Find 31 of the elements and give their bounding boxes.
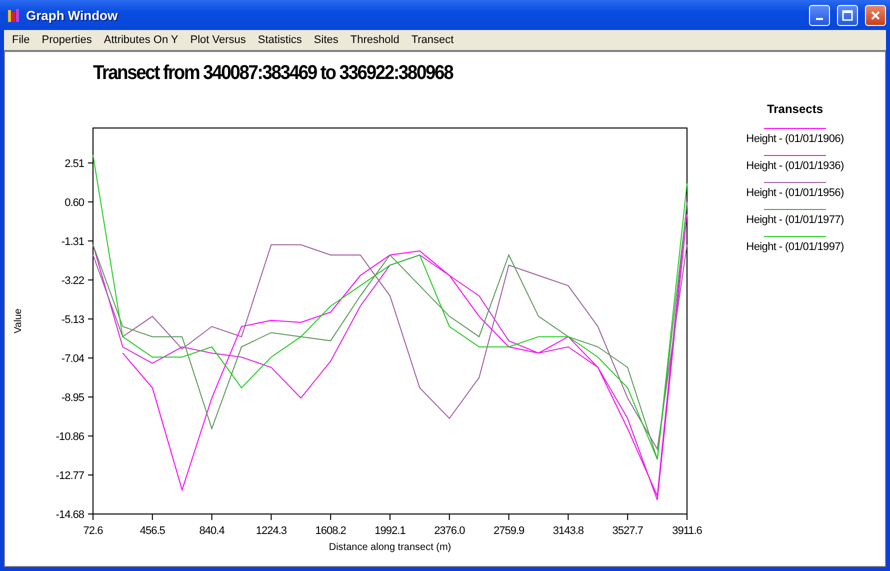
legend-title: Transects [766, 102, 824, 116]
legend-label: Height - (01/01/1936) [746, 160, 844, 172]
y-axis-label: Value [13, 308, 24, 334]
x-tick-label: 456.5 [140, 525, 165, 537]
y-tick-label: -12.77 [56, 470, 84, 482]
y-tick-label: -10.86 [56, 430, 84, 443]
y-tick-label: -3.22 [61, 274, 84, 287]
y-tick-label: -5.13 [61, 314, 84, 326]
legend-label: Height - (01/01/1977) [746, 214, 844, 226]
x-tick-label: 2759.9 [493, 525, 524, 537]
legend-label: Height - (01/01/1997) [746, 241, 844, 253]
legend-label: Height - (01/01/1956) [746, 187, 844, 199]
x-axis-label: Distance along transect (m) [328, 542, 452, 553]
y-tick-label: 0.60 [64, 196, 84, 209]
window-title: Graph Window [26, 8, 119, 22]
legend-label: Height - (01/01/1906) [746, 133, 844, 145]
x-tick-label: 3527.7 [612, 525, 643, 537]
x-tick-label: 72.6 [83, 525, 103, 537]
y-tick-label: -1.31 [61, 236, 84, 248]
x-tick-label: 1992.1 [374, 525, 406, 537]
x-tick-label: 3911.6 [672, 525, 702, 537]
x-tick-label: 2376.0 [434, 525, 465, 537]
x-tick-label: 3143.8 [552, 525, 584, 537]
x-tick-label: 1608.2 [315, 525, 346, 537]
x-tick-label: 840.4 [199, 525, 224, 537]
y-tick-label: 2.51 [64, 158, 84, 170]
chart-title: Transect from 340087:383469 to 336922:380968 [93, 62, 453, 86]
x-tick-label: 1224.3 [256, 525, 287, 537]
y-tick-label: -8.95 [61, 392, 84, 404]
y-tick-label: -14.68 [56, 509, 84, 521]
y-tick-label: -7.04 [61, 352, 84, 365]
